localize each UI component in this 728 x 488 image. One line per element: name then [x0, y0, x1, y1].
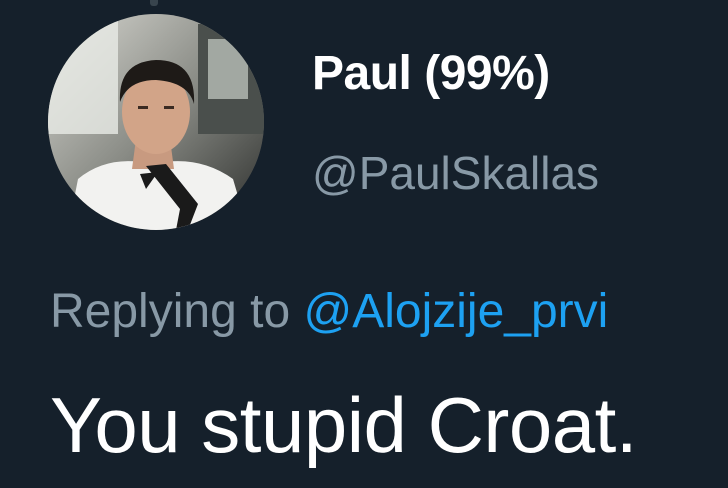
tweet-view: Paul (99%) @PaulSkallas Replying to @Alo… [0, 0, 728, 488]
tweet-text: You stupid Croat. [50, 381, 638, 469]
thread-connector-line [150, 0, 158, 6]
avatar-photo [48, 14, 264, 230]
author-handle[interactable]: @PaulSkallas [312, 146, 599, 200]
replying-to-label: Replying to [50, 285, 291, 338]
replying-to: Replying to @Alojzije_prvi [50, 284, 608, 339]
reply-mention-link[interactable]: @Alojzije_prvi [303, 285, 608, 338]
author-display-name[interactable]: Paul (99%) [312, 46, 550, 101]
avatar[interactable] [48, 14, 264, 230]
